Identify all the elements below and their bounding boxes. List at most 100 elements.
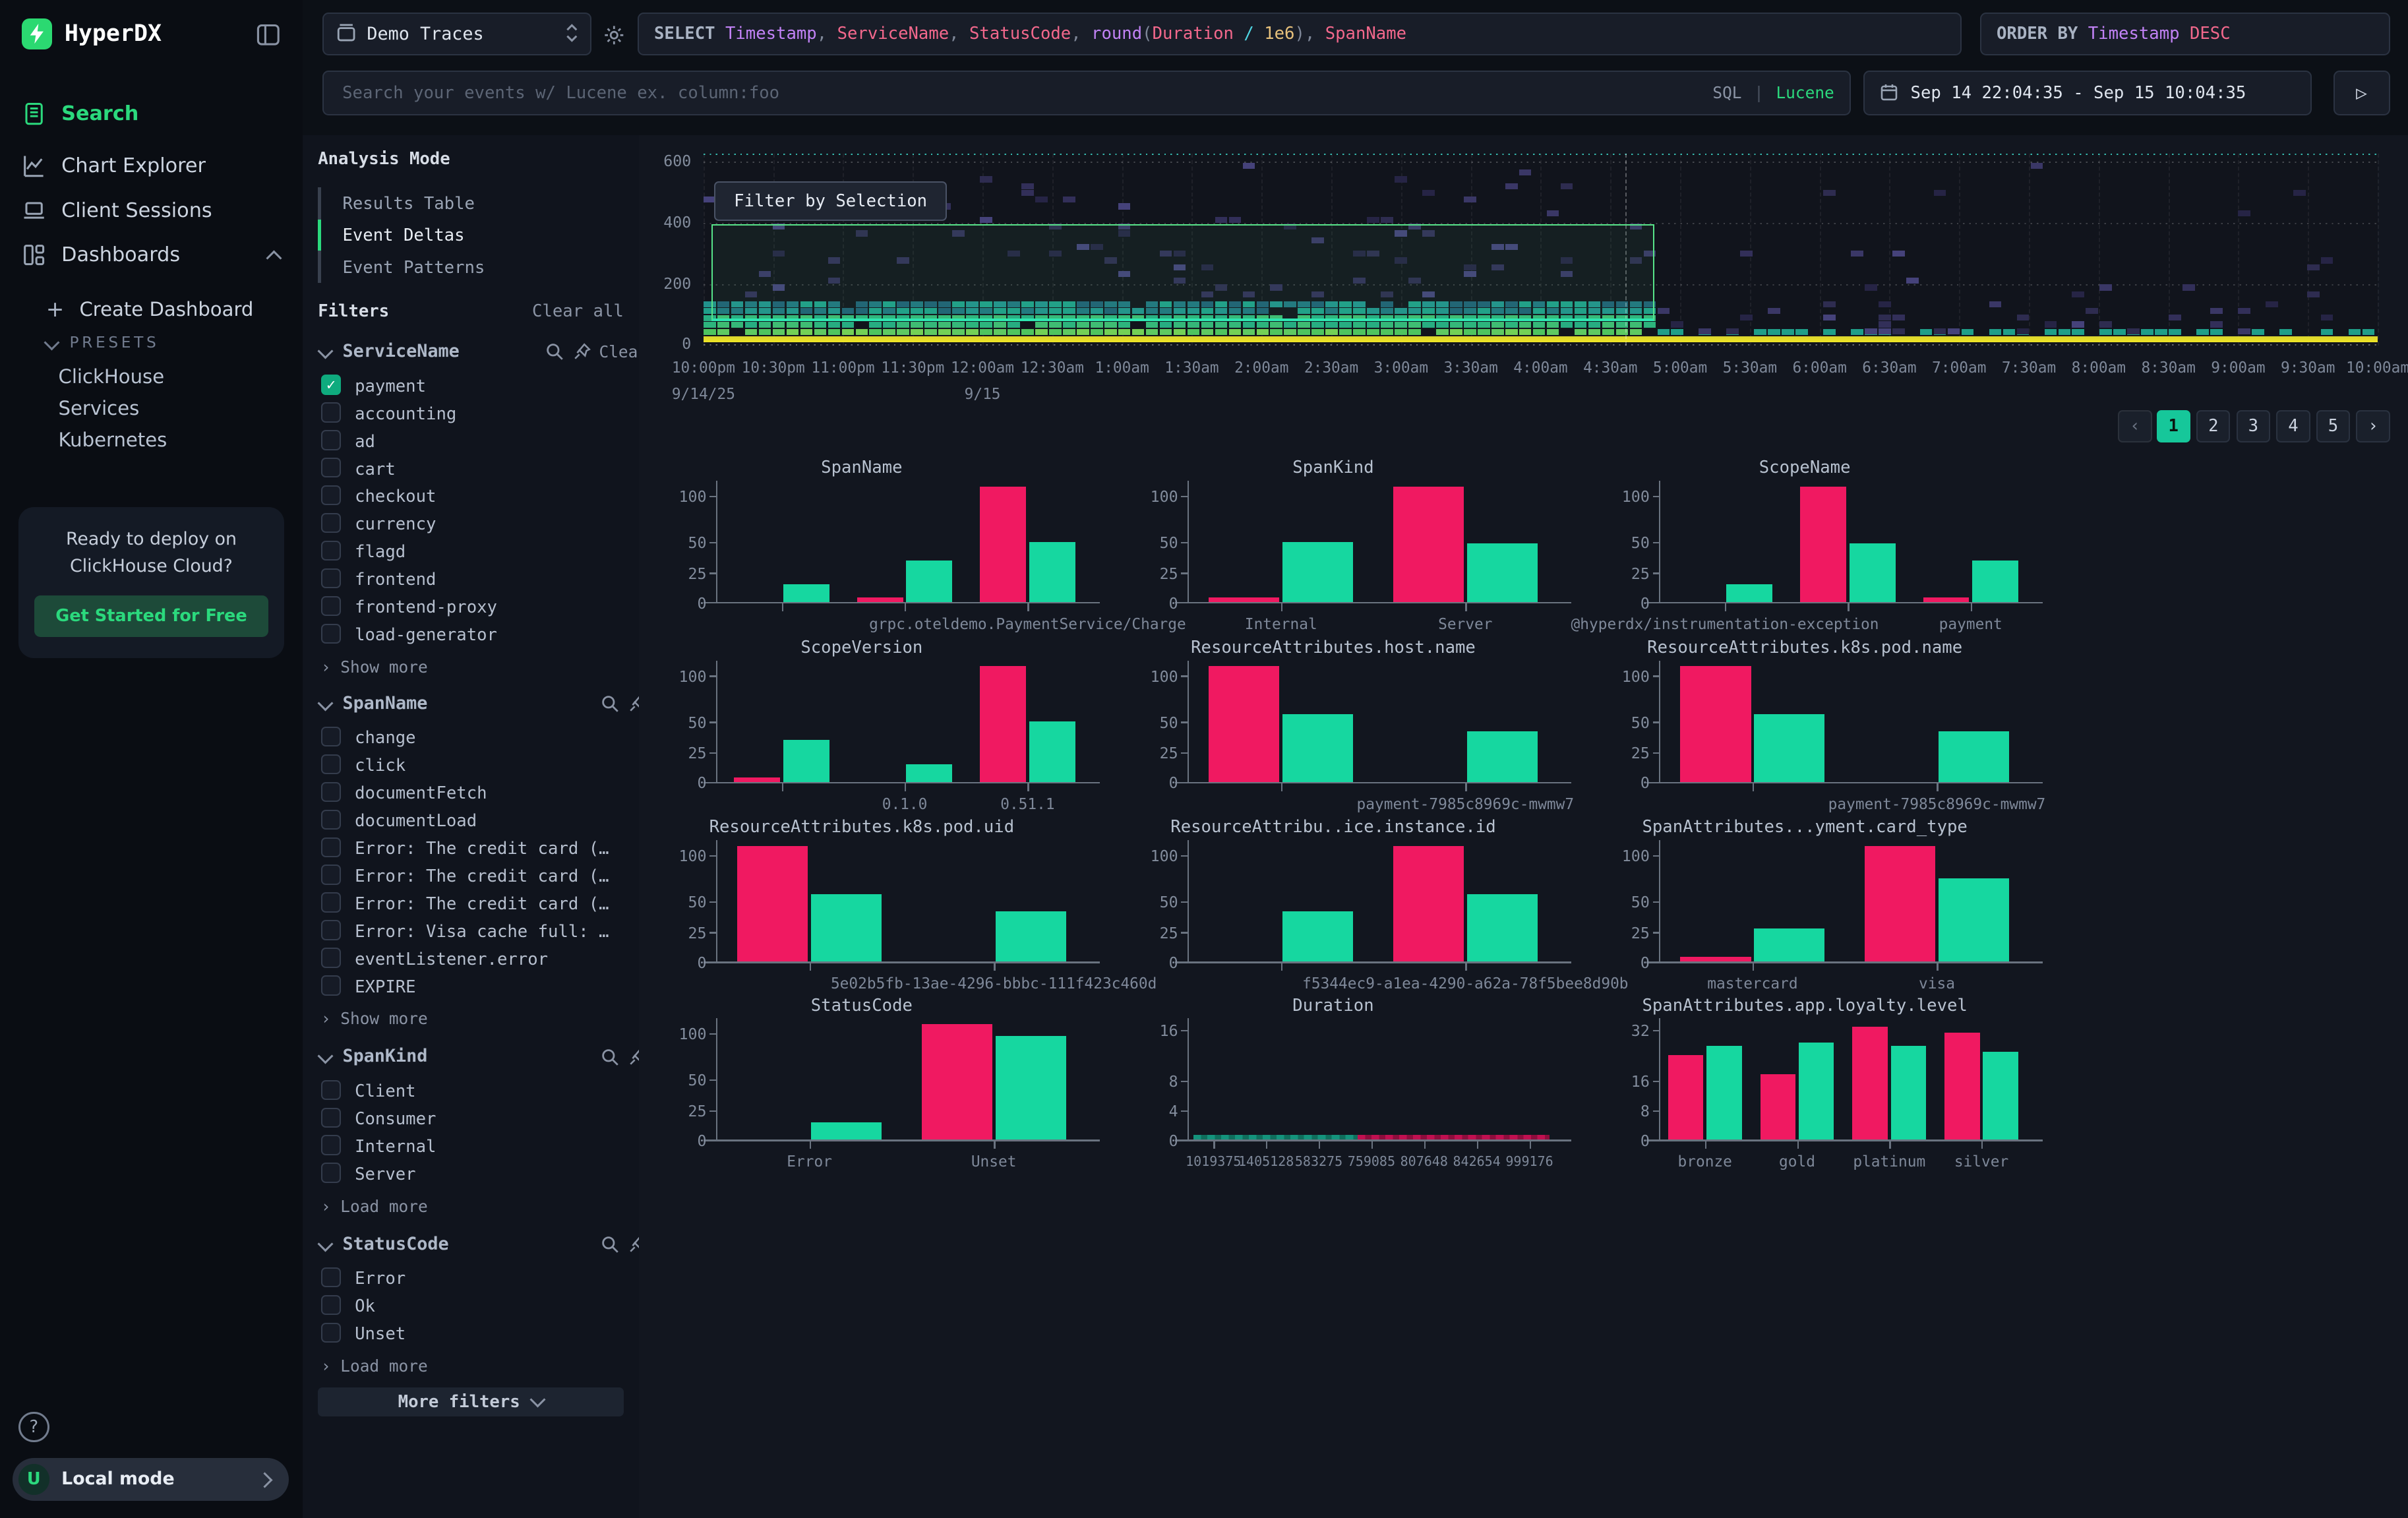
checkbox-unchecked[interactable] bbox=[321, 782, 341, 802]
local-mode-pill[interactable]: U Local mode bbox=[13, 1458, 289, 1501]
checkbox-unchecked[interactable] bbox=[321, 624, 341, 644]
pagination-page-2[interactable]: 2 bbox=[2196, 410, 2230, 442]
checkbox-unchecked[interactable] bbox=[321, 1080, 341, 1100]
filter-option-label[interactable]: checkout bbox=[355, 487, 436, 506]
chevron-down-icon[interactable] bbox=[317, 1236, 333, 1252]
presets-toggle[interactable]: PRESETS bbox=[46, 334, 160, 351]
checkbox-unchecked[interactable] bbox=[321, 948, 341, 967]
filter-option-label[interactable]: Ok bbox=[355, 1296, 375, 1316]
analysis-mode-option-event-patterns[interactable]: Event Patterns bbox=[342, 258, 485, 278]
filter-option-label[interactable]: documentLoad bbox=[355, 811, 477, 831]
filter-option-label[interactable]: Consumer bbox=[355, 1109, 436, 1129]
filter-option-label[interactable]: Error: Visa cache full: … bbox=[355, 922, 609, 942]
create-dashboard-button[interactable]: + Create Dashboard bbox=[46, 297, 254, 322]
filter-load-more-link[interactable]: › Load more bbox=[321, 1356, 428, 1376]
run-query-button[interactable]: ▷ bbox=[2333, 71, 2390, 115]
gear-icon[interactable] bbox=[603, 23, 625, 52]
filter-by-selection-button[interactable]: Filter by Selection bbox=[714, 181, 947, 221]
filter-option-label[interactable]: change bbox=[355, 728, 416, 748]
filter-show-more-link[interactable]: › Show more bbox=[321, 657, 428, 677]
filter-option-label[interactable]: Error: The credit card (… bbox=[355, 866, 609, 886]
source-select[interactable]: Demo Traces bbox=[322, 13, 591, 55]
analysis-mode-option-event-deltas[interactable]: Event Deltas bbox=[342, 226, 464, 245]
pagination-page-4[interactable]: 4 bbox=[2276, 410, 2310, 442]
filter-load-more-link[interactable]: › Load more bbox=[321, 1197, 428, 1216]
checkbox-unchecked[interactable] bbox=[321, 975, 341, 995]
checkbox-unchecked[interactable] bbox=[321, 754, 341, 774]
filter-option-label[interactable]: click bbox=[355, 756, 406, 775]
filter-option-label[interactable]: Error: The credit card (… bbox=[355, 894, 609, 914]
filter-option-label[interactable]: cart bbox=[355, 460, 396, 479]
sidebar-collapse-icon[interactable] bbox=[255, 22, 282, 54]
pagination-page-5[interactable]: 5 bbox=[2316, 410, 2350, 442]
filter-option-label[interactable]: currency bbox=[355, 514, 436, 534]
chevron-down-icon[interactable] bbox=[317, 1048, 333, 1064]
sidebar-preset-kubernetes[interactable]: Kubernetes bbox=[59, 429, 167, 451]
events-heatmap[interactable]: Filter by Selection bbox=[704, 154, 2378, 346]
filter-option-label[interactable]: load-generator bbox=[355, 625, 497, 645]
checkbox-unchecked[interactable] bbox=[321, 1323, 341, 1343]
search-icon[interactable] bbox=[545, 342, 564, 365]
checkbox-unchecked[interactable] bbox=[321, 1135, 341, 1155]
filter-option-label[interactable]: frontend-proxy bbox=[355, 597, 497, 617]
checkbox-unchecked[interactable] bbox=[321, 892, 341, 912]
filter-option-label[interactable]: EXPIRE bbox=[355, 977, 416, 997]
sidebar-preset-services[interactable]: Services bbox=[59, 397, 140, 419]
filter-option-label[interactable]: Error: The credit card (… bbox=[355, 839, 609, 859]
pagination-next[interactable]: › bbox=[2356, 410, 2390, 442]
search-input[interactable] bbox=[339, 82, 1700, 105]
analysis-mode-option-results-table[interactable]: Results Table bbox=[342, 194, 474, 214]
help-button[interactable]: ? bbox=[18, 1412, 49, 1443]
sidebar-item-chart-explorer[interactable]: Chart Explorer bbox=[22, 154, 280, 178]
checkbox-unchecked[interactable] bbox=[321, 1108, 341, 1128]
filter-option-label[interactable]: frontend bbox=[355, 570, 436, 590]
checkbox-unchecked[interactable] bbox=[321, 1295, 341, 1315]
chevron-down-icon[interactable] bbox=[317, 695, 333, 711]
checkbox-checked[interactable]: ✓ bbox=[321, 375, 341, 394]
filter-option-label[interactable]: eventListener.error bbox=[355, 950, 548, 969]
checkbox-unchecked[interactable] bbox=[321, 920, 341, 940]
filter-option-label[interactable]: Error bbox=[355, 1269, 406, 1289]
filter-option-label[interactable]: flagd bbox=[355, 542, 406, 562]
sql-select-input[interactable]: SELECT Timestamp, ServiceName, StatusCod… bbox=[638, 13, 1962, 55]
search-icon[interactable] bbox=[601, 1048, 619, 1071]
checkbox-unchecked[interactable] bbox=[321, 485, 341, 505]
filter-option-label[interactable]: Client bbox=[355, 1081, 416, 1101]
filter-option-label[interactable]: documentFetch bbox=[355, 783, 487, 803]
pagination-prev[interactable]: ‹ bbox=[2118, 410, 2152, 442]
filter-option-label[interactable]: accounting bbox=[355, 404, 456, 424]
checkbox-unchecked[interactable] bbox=[321, 513, 341, 533]
search-icon[interactable] bbox=[601, 1235, 619, 1258]
checkbox-unchecked[interactable] bbox=[321, 837, 341, 857]
date-range-picker[interactable]: Sep 14 22:04:35 - Sep 15 10:04:35 bbox=[1863, 71, 2312, 115]
pagination-page-1[interactable]: 1 bbox=[2157, 410, 2190, 442]
lang-sql[interactable]: SQL bbox=[1712, 83, 1741, 102]
more-filters-button[interactable]: More filters bbox=[318, 1387, 624, 1416]
filter-option-label[interactable]: Internal bbox=[355, 1137, 436, 1157]
pagination-page-3[interactable]: 3 bbox=[2237, 410, 2270, 442]
sidebar-item-client-sessions[interactable]: Client Sessions bbox=[22, 198, 280, 223]
filter-option-label[interactable]: Unset bbox=[355, 1324, 406, 1344]
search-icon[interactable] bbox=[601, 694, 619, 717]
pin-icon[interactable] bbox=[573, 342, 591, 365]
filter-option-label[interactable]: payment bbox=[355, 377, 426, 396]
sidebar-preset-clickhouse[interactable]: ClickHouse bbox=[59, 365, 165, 388]
filter-show-more-link[interactable]: › Show more bbox=[321, 1009, 428, 1028]
checkbox-unchecked[interactable] bbox=[321, 727, 341, 746]
checkbox-unchecked[interactable] bbox=[321, 402, 341, 422]
sidebar-item-search[interactable]: Search bbox=[22, 102, 280, 126]
checkbox-unchecked[interactable] bbox=[321, 1163, 341, 1182]
sidebar-item-dashboards[interactable]: Dashboards bbox=[22, 243, 280, 267]
checkbox-unchecked[interactable] bbox=[321, 458, 341, 477]
filter-option-label[interactable]: Server bbox=[355, 1165, 416, 1184]
checkbox-unchecked[interactable] bbox=[321, 568, 341, 588]
lang-lucene[interactable]: Lucene bbox=[1776, 83, 1834, 102]
heatmap-selection[interactable] bbox=[711, 224, 1654, 321]
checkbox-unchecked[interactable] bbox=[321, 596, 341, 616]
order-by-input[interactable]: ORDER BY Timestamp DESC bbox=[1980, 13, 2390, 55]
checkbox-unchecked[interactable] bbox=[321, 810, 341, 830]
chevron-down-icon[interactable] bbox=[317, 344, 333, 359]
checkbox-unchecked[interactable] bbox=[321, 430, 341, 450]
checkbox-unchecked[interactable] bbox=[321, 865, 341, 884]
checkbox-unchecked[interactable] bbox=[321, 541, 341, 561]
